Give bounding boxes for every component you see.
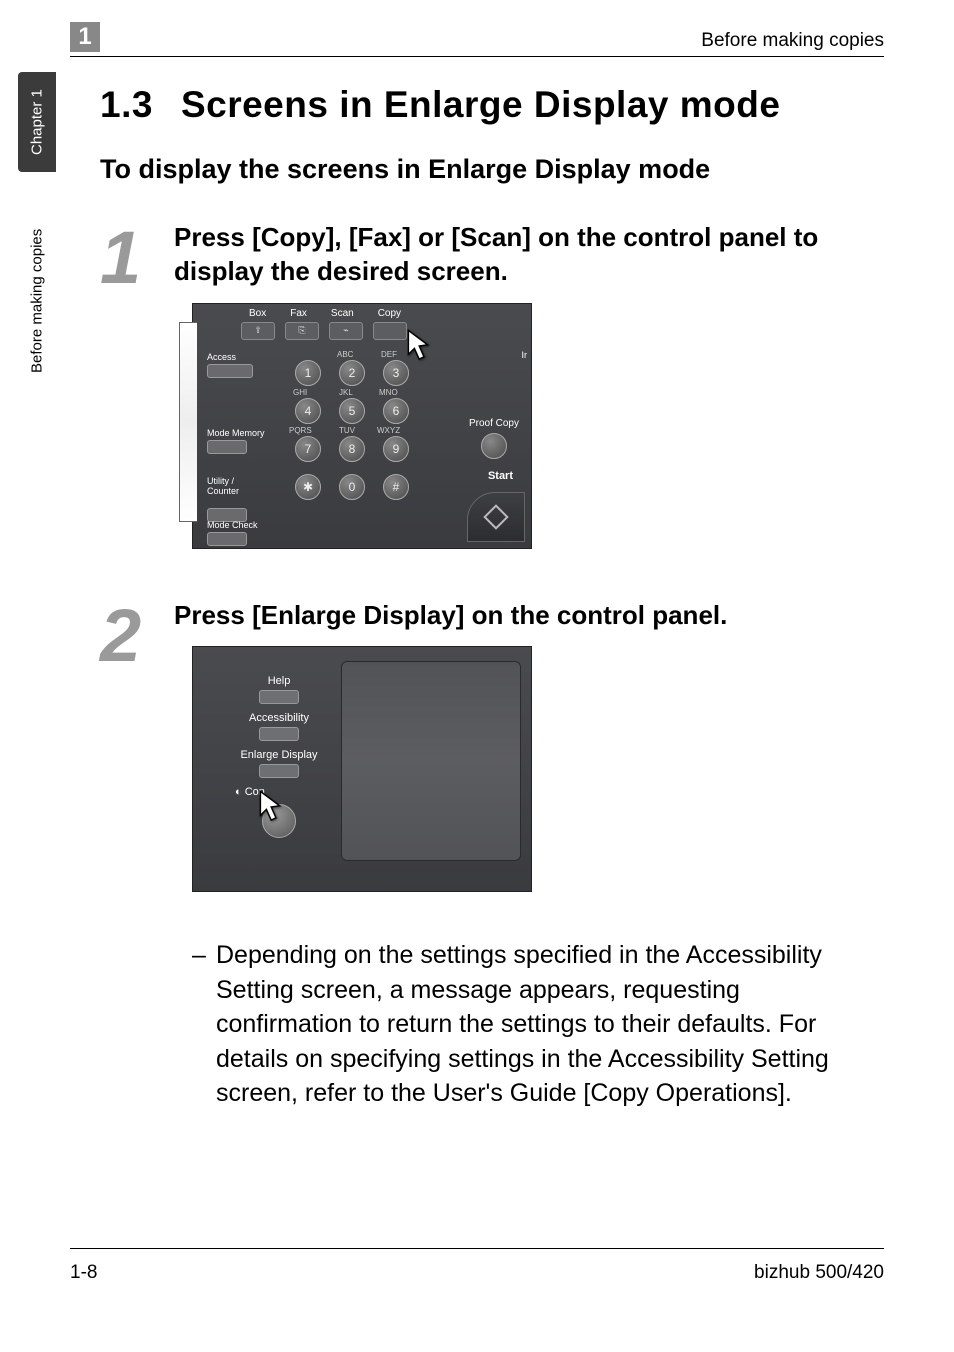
proof-copy-label: Proof Copy bbox=[469, 418, 519, 429]
access-button[interactable] bbox=[207, 364, 253, 378]
step-1-text: Press [Copy], [Fax] or [Scan] on the con… bbox=[174, 221, 884, 289]
access-label: Access bbox=[207, 352, 253, 362]
key-8[interactable]: 8 bbox=[339, 436, 365, 462]
running-head: Before making copies bbox=[701, 30, 884, 52]
scan-button[interactable]: ⌁ bbox=[329, 322, 363, 340]
key-star[interactable]: ✱ bbox=[295, 474, 321, 500]
note-block: – Depending on the settings specified in… bbox=[192, 938, 874, 1111]
side-tab-title: Before making copies bbox=[20, 186, 54, 416]
step-2: 2 Press [Enlarge Display] on the control… bbox=[100, 599, 884, 913]
def-label: DEF bbox=[381, 350, 397, 359]
enlarge-display-label: Enlarge Display bbox=[229, 749, 329, 761]
footer-page-number: 1-8 bbox=[70, 1262, 97, 1284]
touch-screen[interactable] bbox=[341, 661, 521, 861]
step-2-number: 2 bbox=[100, 605, 174, 668]
mode-memory-label: Mode Memory bbox=[207, 428, 265, 438]
tab-copy-label: Copy bbox=[378, 308, 401, 319]
utility-counter-label: Utility / Counter bbox=[207, 476, 247, 496]
tab-box-label: Box bbox=[249, 308, 266, 319]
sub-title: To display the screens in Enlarge Displa… bbox=[100, 154, 884, 185]
proof-copy-button[interactable] bbox=[481, 433, 507, 459]
key-0[interactable]: 0 bbox=[339, 474, 365, 500]
box-button[interactable]: ⇪ bbox=[241, 322, 275, 340]
help-button[interactable] bbox=[259, 690, 299, 704]
accessibility-button[interactable] bbox=[259, 727, 299, 741]
figure-control-panel-keypad: Box Fax Scan Copy ⇪ ⎘ ⌁ ABC bbox=[192, 303, 532, 549]
side-tab-chapter: Chapter 1 bbox=[18, 72, 56, 172]
step-1: 1 Press [Copy], [Fax] or [Scan] on the c… bbox=[100, 221, 884, 569]
key-4[interactable]: 4 bbox=[295, 398, 321, 424]
help-label: Help bbox=[229, 675, 329, 687]
cursor-icon bbox=[255, 789, 285, 825]
key-hash[interactable]: # bbox=[383, 474, 409, 500]
chapter-number-box: 1 bbox=[70, 22, 100, 52]
section-number: 1.3 bbox=[100, 84, 153, 126]
copy-button[interactable] bbox=[373, 322, 407, 340]
rule-top bbox=[70, 56, 884, 57]
section-title-text: Screens in Enlarge Display mode bbox=[181, 84, 781, 125]
step-2-text: Press [Enlarge Display] on the control p… bbox=[174, 599, 884, 633]
tab-fax-label: Fax bbox=[290, 308, 307, 319]
touch-screen-edge bbox=[179, 322, 197, 522]
mode-check-label: Mode Check bbox=[207, 520, 258, 530]
step-1-number: 1 bbox=[100, 227, 174, 290]
fax-button[interactable]: ⎘ bbox=[285, 322, 319, 340]
section-title: 1.3 Screens in Enlarge Display mode bbox=[100, 84, 884, 126]
key-2[interactable]: 2 bbox=[339, 360, 365, 386]
key-7[interactable]: 7 bbox=[295, 436, 321, 462]
key-9[interactable]: 9 bbox=[383, 436, 409, 462]
ir-label: Ir bbox=[522, 350, 528, 360]
key-5[interactable]: 5 bbox=[339, 398, 365, 424]
abc-label: ABC bbox=[337, 350, 353, 359]
start-button[interactable] bbox=[467, 492, 525, 542]
start-label: Start bbox=[488, 470, 513, 482]
footer-product: bizhub 500/420 bbox=[754, 1262, 884, 1284]
mode-check-button[interactable] bbox=[207, 532, 247, 546]
rule-bottom bbox=[70, 1248, 884, 1249]
enlarge-display-button[interactable] bbox=[259, 764, 299, 778]
accessibility-label: Accessibility bbox=[229, 712, 329, 724]
start-diamond-icon bbox=[483, 504, 508, 529]
cursor-icon bbox=[403, 328, 433, 364]
tab-scan-label: Scan bbox=[331, 308, 354, 319]
key-1[interactable]: 1 bbox=[295, 360, 321, 386]
figure-control-panel-enlarge: Help Accessibility Enlarge Display ◐ Con bbox=[192, 646, 532, 892]
key-6[interactable]: 6 bbox=[383, 398, 409, 424]
mode-memory-button[interactable] bbox=[207, 440, 247, 454]
note-text: Depending on the settings specified in t… bbox=[216, 938, 874, 1111]
note-dash: – bbox=[192, 938, 216, 1111]
